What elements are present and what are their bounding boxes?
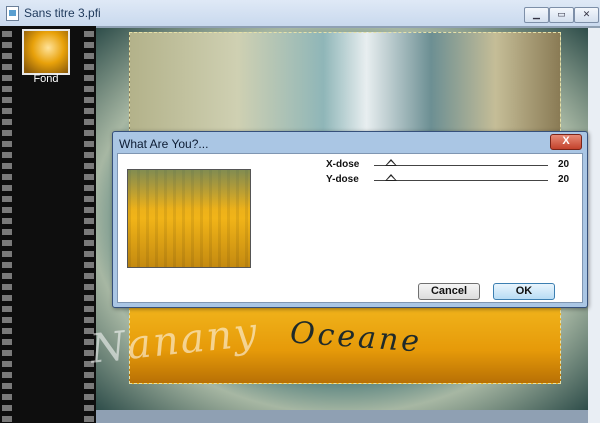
document-icon: [6, 6, 19, 21]
x-dose-value: 20: [558, 159, 570, 170]
window-titlebar[interactable]: Sans titre 3.pfi ▁ ▭ ✕: [0, 0, 600, 26]
x-dose-slider[interactable]: [374, 159, 548, 166]
vertical-scrollbar[interactable]: [588, 28, 600, 423]
y-dose-control: Y-dose 20: [318, 174, 578, 186]
filter-dialog: What Are You?... X X-dose 20 Y-dose 20 C…: [112, 131, 588, 308]
dialog-title: What Are You?...: [119, 137, 209, 151]
dialog-body: X-dose 20 Y-dose 20: [117, 153, 583, 303]
minimize-icon: ▁: [533, 9, 540, 19]
minimize-button[interactable]: ▁: [524, 7, 549, 23]
maximize-icon: ▭: [557, 9, 566, 19]
x-dose-slider-thumb[interactable]: [385, 159, 398, 166]
ok-button[interactable]: OK: [493, 283, 555, 300]
y-dose-slider[interactable]: [374, 174, 548, 181]
maximize-button[interactable]: ▭: [549, 7, 574, 23]
filter-preview: [127, 169, 251, 268]
close-icon: ✕: [582, 9, 591, 19]
layer-filmstrip: Fond: [0, 26, 96, 423]
y-dose-slider-thumb[interactable]: [385, 174, 398, 181]
x-dose-label: X-dose: [326, 159, 360, 170]
y-dose-label: Y-dose: [326, 174, 359, 185]
x-dose-control: X-dose 20: [318, 159, 578, 171]
cancel-button[interactable]: Cancel: [418, 283, 480, 300]
dialog-close-button[interactable]: X: [550, 134, 582, 150]
film-perforations-left: [2, 26, 12, 423]
canvas-upper-panel: [129, 32, 561, 132]
main-window: Sans titre 3.pfi ▁ ▭ ✕ Fond Oceane Nanan…: [0, 0, 600, 423]
close-window-button[interactable]: ✕: [574, 7, 599, 23]
close-icon: X: [562, 135, 570, 147]
layer-thumbnail[interactable]: [22, 29, 70, 75]
window-title: Sans titre 3.pfi: [24, 6, 101, 20]
y-dose-value: 20: [558, 174, 570, 185]
layer-label: Fond: [33, 73, 59, 85]
